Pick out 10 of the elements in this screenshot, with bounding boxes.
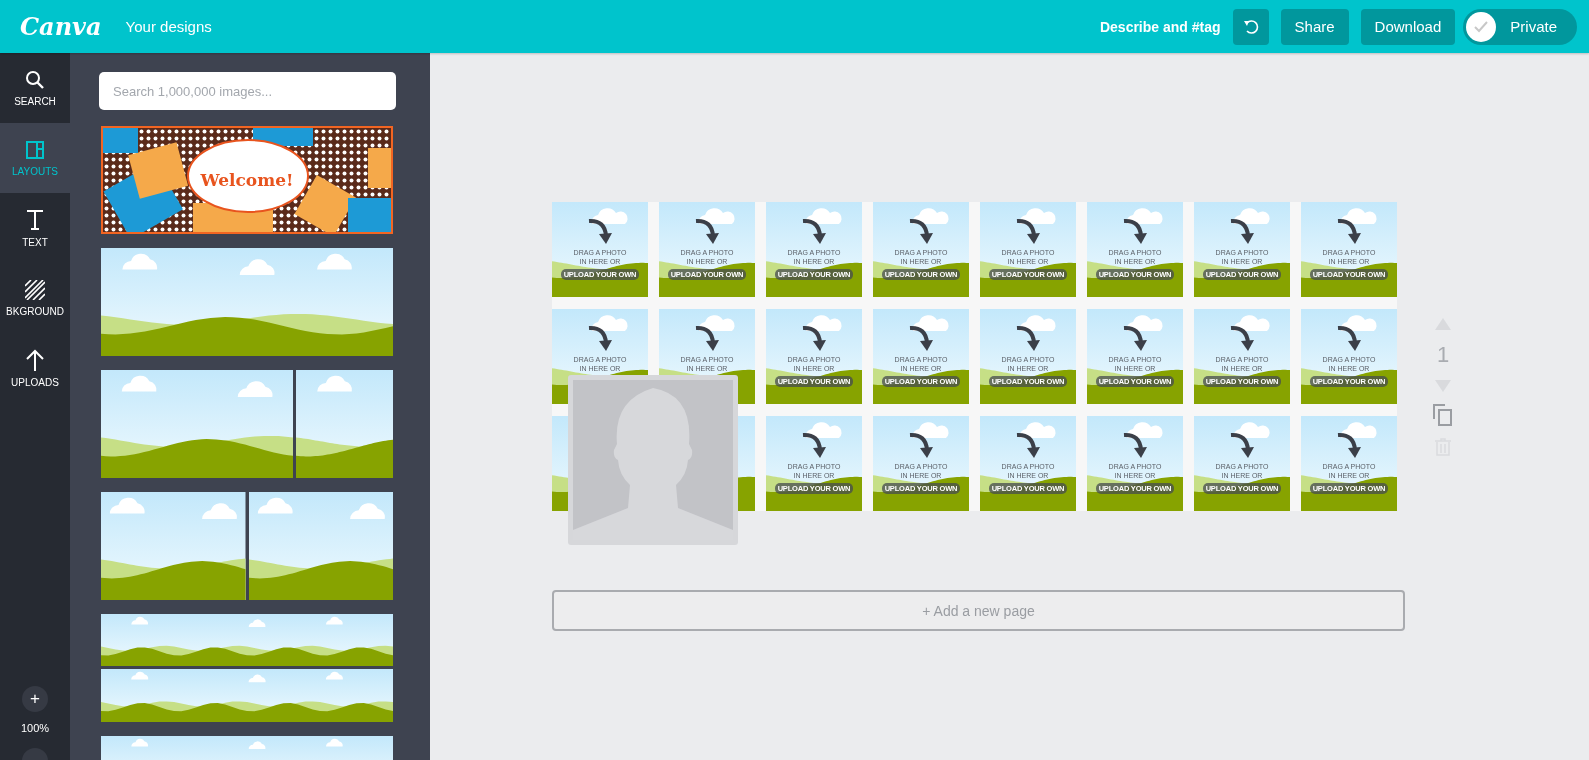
search-field[interactable]: Search 1,000,000 images... bbox=[99, 72, 396, 110]
zoom-in-button[interactable]: + bbox=[22, 686, 48, 712]
layout-thumbnail[interactable]: Welcome! bbox=[101, 126, 393, 234]
zoom-level: 100% bbox=[20, 722, 50, 734]
toolbar-button[interactable]: Download bbox=[1360, 8, 1456, 45]
privacy-toggle[interactable]: Private bbox=[1463, 8, 1577, 45]
welcome-text: Welcome! bbox=[200, 170, 294, 190]
page-number: 1 bbox=[1436, 342, 1450, 368]
toolbar-button[interactable]: Share bbox=[1280, 8, 1349, 45]
sidebar-tab[interactable]: LAYOUTS bbox=[0, 123, 70, 193]
